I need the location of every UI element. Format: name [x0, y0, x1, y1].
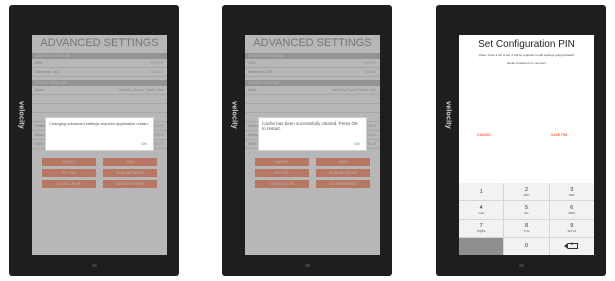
key-digit: 1: [479, 188, 483, 195]
key-2[interactable]: 2 ABC: [504, 183, 549, 201]
advanced-settings-screen: ADVANCED SETTINGS Gateway Settings URL 0.…: [32, 35, 167, 255]
key-6[interactable]: 6 MNO: [549, 201, 594, 219]
backspace-key[interactable]: [549, 237, 594, 255]
key-5[interactable]: 5 JKL: [504, 201, 549, 219]
numeric-keypad: 1 2 ABC 3 DEF 4 GHI 5 JKL 6 MNO 7 PQRS 8 TUV 9W…: [459, 183, 594, 255]
key-7[interactable]: 7 PQRS: [459, 219, 504, 237]
set-pin-screen: Set Configuration PIN (Note: Once a pin …: [459, 35, 594, 255]
tablet-device-1: velocity ADVANCED SETTINGS Gateway Setti…: [9, 5, 179, 276]
key-3[interactable]: 3 DEF: [549, 183, 594, 201]
velocity-logo: velocity: [230, 101, 238, 129]
page-title: Set Configuration PIN: [478, 39, 575, 50]
save-pin-button[interactable]: SAVE PIN: [551, 133, 567, 137]
key-digit: 0: [524, 243, 529, 250]
key-letters: GHI: [478, 210, 484, 215]
key-letters: WXYZ: [567, 229, 577, 234]
key-4[interactable]: 4 GHI: [459, 201, 504, 219]
velocity-logo: velocity: [17, 101, 25, 129]
key-letters: JKL: [523, 210, 530, 215]
tablet-device-2: velocity ADVANCED SETTINGS Gateway Setti…: [222, 5, 392, 276]
camera-sensor: [92, 264, 97, 267]
key-blank: [459, 237, 504, 255]
key-0[interactable]: 0: [504, 237, 549, 255]
key-letters: TUV: [523, 229, 530, 234]
advanced-settings-screen: ADVANCED SETTINGS Gateway Settings URL 0.…: [245, 35, 380, 255]
key-letters: DEF: [568, 192, 575, 197]
key-letters: ABC: [523, 192, 530, 197]
ok-button[interactable]: OK: [141, 141, 147, 146]
cancel-button[interactable]: CANCEL: [477, 133, 492, 137]
restart-dialog: Changing advanced settings requires appl…: [45, 117, 154, 151]
key-letters: MNO: [568, 210, 576, 215]
velocity-logo: velocity: [444, 101, 452, 129]
cache-cleared-dialog: Cache has been successfully cleared. Pre…: [258, 117, 367, 151]
ok-button[interactable]: OK: [354, 141, 360, 146]
backspace-icon: [564, 242, 579, 250]
key-8[interactable]: 8 TUV: [504, 219, 549, 237]
pin-note: (Note: Once a pin is set, it will be req…: [478, 53, 575, 57]
key-1[interactable]: 1: [459, 183, 504, 201]
dialog-message: Cache has been successfully cleared. Pre…: [262, 121, 359, 131]
pin-subnote: (Enter a blank pin to remove): [507, 61, 546, 65]
tablet-device-3: velocity Set Configuration PIN (Note: On…: [436, 5, 606, 276]
dialog-message: Changing advanced settings requires appl…: [49, 121, 149, 126]
camera-sensor: [305, 264, 310, 267]
key-letters: PQRS: [476, 229, 486, 234]
key-9[interactable]: 9 WXYZ: [549, 219, 594, 237]
camera-sensor: [519, 264, 524, 267]
